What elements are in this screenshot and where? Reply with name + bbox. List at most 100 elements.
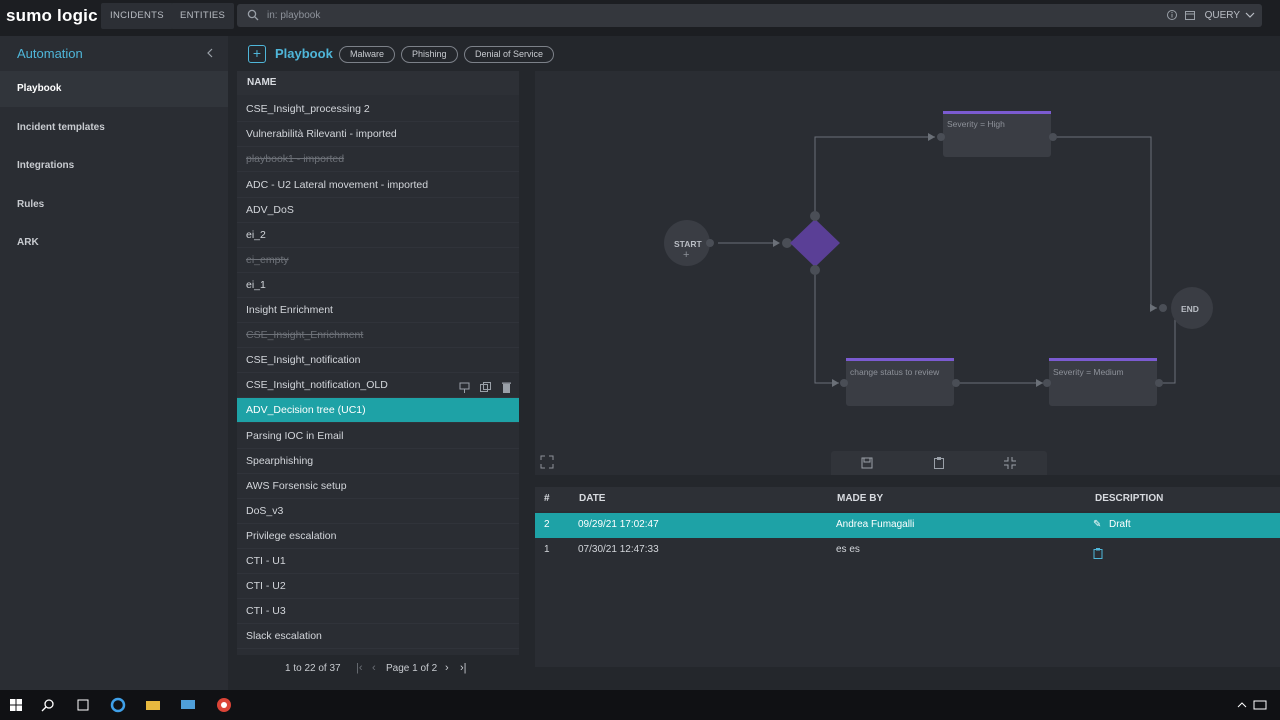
- network-icon[interactable]: [1252, 697, 1268, 713]
- table-header: # DATE MADE BY DESCRIPTION: [535, 487, 1280, 511]
- search-icon[interactable]: [40, 697, 56, 713]
- sidebar-item-incident-templates[interactable]: Incident templates: [0, 110, 228, 146]
- first-page-icon[interactable]: |‹: [356, 662, 363, 674]
- playbook-header: + Playbook Malware Phishing Denial of Se…: [237, 40, 1280, 70]
- list-item[interactable]: Privilege escalation: [237, 524, 519, 549]
- start-label: START: [674, 239, 702, 249]
- last-page-icon[interactable]: ›|: [460, 662, 467, 674]
- search-icon: [247, 9, 259, 21]
- table-row[interactable]: 1 07/30/21 12:47:33 es es: [535, 538, 1280, 563]
- list-item[interactable]: ei_empty: [237, 248, 519, 273]
- version-author: es es: [836, 544, 860, 555]
- list-item-selected[interactable]: ADV_Decision tree (UC1): [237, 398, 519, 423]
- edit-icon[interactable]: ✎: [1093, 513, 1101, 537]
- chrome-browser-icon[interactable]: [216, 697, 232, 713]
- search-bar[interactable]: in: playbook QUERY: [237, 4, 1262, 27]
- list-item[interactable]: ei_1: [237, 273, 519, 298]
- collapse-icon[interactable]: [1003, 456, 1017, 470]
- list-item[interactable]: ei_2: [237, 223, 519, 248]
- prev-page-icon[interactable]: ‹: [372, 662, 376, 674]
- remote-desktop-icon[interactable]: [180, 697, 196, 713]
- collapse-sidebar-icon[interactable]: [205, 48, 215, 58]
- list-item[interactable]: CTI - U3: [237, 599, 519, 624]
- tag-denial-of-service[interactable]: Denial of Service: [464, 46, 555, 63]
- list-item[interactable]: Vulnerabilità Rilevanti - imported: [237, 122, 519, 147]
- sidebar-item-integrations[interactable]: Integrations: [0, 148, 228, 184]
- pagination: 1 to 22 of 37 |‹ ‹ Page 1 of 2 › ›|: [237, 657, 519, 681]
- next-page-icon[interactable]: ›: [445, 662, 449, 674]
- node-label: change status to review: [850, 367, 940, 377]
- calendar-icon[interactable]: [1184, 9, 1196, 21]
- version-author: Andrea Fumagalli: [836, 519, 915, 530]
- top-bar: sumo logic INCIDENTS ENTITIES in: playbo…: [0, 0, 1280, 36]
- chevron-up-icon[interactable]: [1234, 697, 1250, 713]
- list-item[interactable]: Insight Enrichment: [237, 298, 519, 323]
- list-item[interactable]: DoS_v3: [237, 499, 519, 524]
- nav-entities-button[interactable]: ENTITIES: [171, 3, 235, 29]
- list-item-label: CSE_Insight_notification_OLD: [246, 379, 388, 391]
- list-item[interactable]: CTI - U1: [237, 549, 519, 574]
- list-item[interactable]: Slack escalation: [237, 624, 519, 649]
- file-explorer-icon[interactable]: [145, 697, 161, 713]
- column-header-description[interactable]: DESCRIPTION: [1095, 487, 1163, 511]
- sidebar-item-playbook[interactable]: Playbook: [0, 71, 228, 107]
- duplicate-icon[interactable]: [479, 379, 492, 392]
- table-row[interactable]: 2 09/29/21 17:02:47 Andrea Fumagalli ✎ D…: [535, 513, 1280, 538]
- list-item[interactable]: ADC - U2 Lateral movement - imported: [237, 173, 519, 198]
- list-item-hovered[interactable]: CSE_Insight_notification_OLD: [237, 373, 519, 398]
- windows-start-icon[interactable]: [8, 697, 24, 713]
- list-item[interactable]: CSE_Insight_notification: [237, 348, 519, 373]
- page-title: Playbook: [275, 46, 333, 61]
- version-number: 1: [544, 544, 550, 555]
- column-header-made-by[interactable]: MADE BY: [837, 487, 883, 511]
- list-item[interactable]: Parsing IOC in Email: [237, 424, 519, 449]
- action-node-severity-high[interactable]: [937, 111, 1057, 157]
- sidebar-item-ark[interactable]: ARK: [0, 225, 228, 261]
- list-item[interactable]: CTI - U2: [237, 574, 519, 599]
- node-label: Severity = Medium: [1053, 367, 1124, 377]
- end-label: END: [1181, 304, 1199, 314]
- list-item[interactable]: playbook1 - imported: [237, 147, 519, 172]
- app-logo[interactable]: sumo logic: [6, 6, 98, 26]
- info-icon[interactable]: [1166, 9, 1178, 21]
- delete-icon[interactable]: [500, 379, 513, 393]
- export-icon[interactable]: [458, 379, 471, 393]
- add-playbook-button[interactable]: +: [248, 45, 266, 63]
- list-item[interactable]: CSE_Insight_processing 2: [237, 97, 519, 122]
- list-item[interactable]: ADV_DoS: [237, 198, 519, 223]
- playbook-canvas[interactable]: START + END Severity = High change statu…: [535, 71, 1280, 475]
- chevron-down-icon[interactable]: [1244, 9, 1256, 21]
- fullscreen-icon[interactable]: [540, 455, 554, 469]
- version-date: 07/30/21 12:47:33: [578, 544, 659, 555]
- list-item[interactable]: Spearphishing: [237, 449, 519, 474]
- versions-table: # DATE MADE BY DESCRIPTION 2 09/29/21 17…: [535, 487, 1280, 667]
- clipboard-icon[interactable]: [1093, 545, 1103, 569]
- column-header-num[interactable]: #: [544, 487, 550, 511]
- column-header-name[interactable]: NAME: [237, 71, 519, 95]
- node-label: Severity = High: [947, 119, 1005, 129]
- list-item[interactable]: AWS Forsensic setup: [237, 474, 519, 499]
- list-item[interactable]: CSE_Insight_Enrichment: [237, 323, 519, 348]
- add-step-icon[interactable]: +: [683, 249, 689, 261]
- canvas-toolbar: [831, 451, 1047, 475]
- save-icon[interactable]: [860, 456, 874, 470]
- action-node-severity-medium[interactable]: [1043, 358, 1163, 406]
- page-indicator: Page 1 of 2: [386, 663, 438, 674]
- column-header-date[interactable]: DATE: [579, 487, 605, 511]
- nav-incidents-button[interactable]: INCIDENTS: [101, 3, 173, 29]
- os-taskbar: [0, 690, 1280, 720]
- flow-diagram: [664, 111, 1213, 406]
- tag-malware[interactable]: Malware: [339, 46, 396, 63]
- playbook-list: NAME CSE_Insight_processing 2 Vulnerabil…: [237, 71, 519, 655]
- query-type-dropdown[interactable]: QUERY: [1205, 10, 1240, 21]
- search-input[interactable]: in: playbook: [267, 10, 320, 21]
- tag-phishing[interactable]: Phishing: [401, 46, 458, 63]
- decision-node[interactable]: [782, 211, 840, 275]
- clipboard-icon[interactable]: [932, 456, 946, 470]
- edge-browser-icon[interactable]: [110, 697, 126, 713]
- task-view-icon[interactable]: [75, 697, 91, 713]
- sidebar: Automation Playbook Incident templates I…: [0, 36, 228, 690]
- action-node-change-status[interactable]: [840, 358, 960, 406]
- flow-connectors: [718, 136, 1176, 384]
- sidebar-item-rules[interactable]: Rules: [0, 187, 228, 223]
